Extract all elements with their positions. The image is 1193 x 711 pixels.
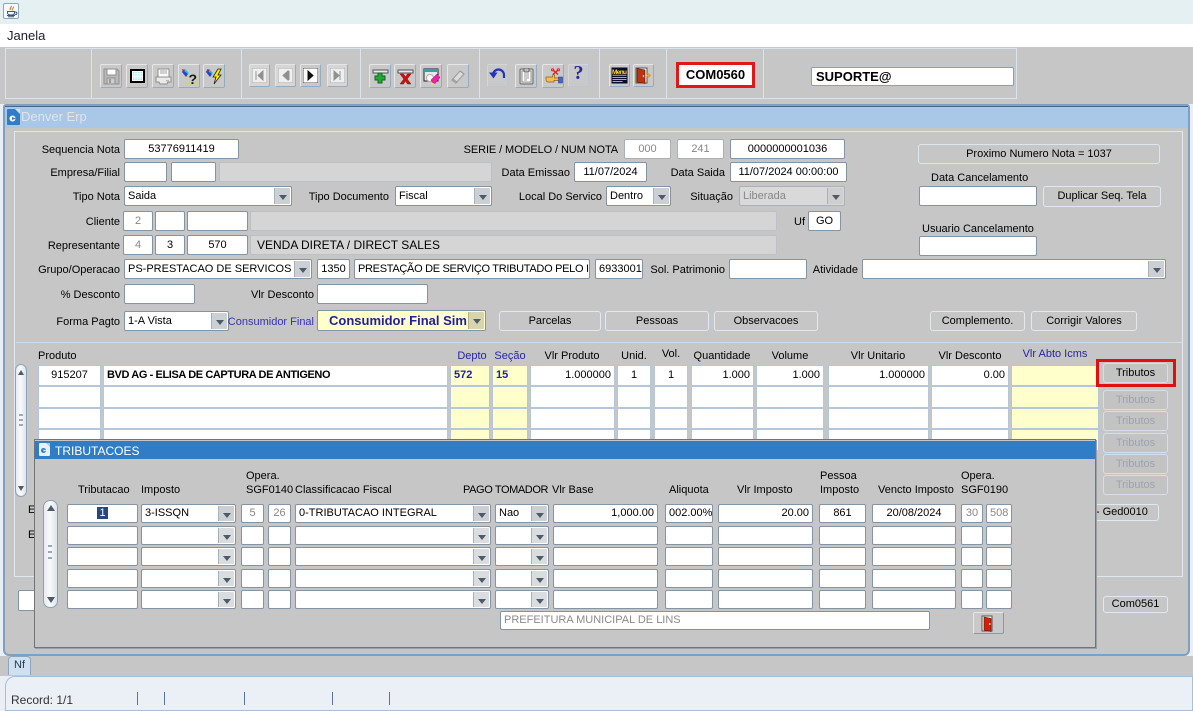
svg-text:?: ? xyxy=(189,71,198,85)
